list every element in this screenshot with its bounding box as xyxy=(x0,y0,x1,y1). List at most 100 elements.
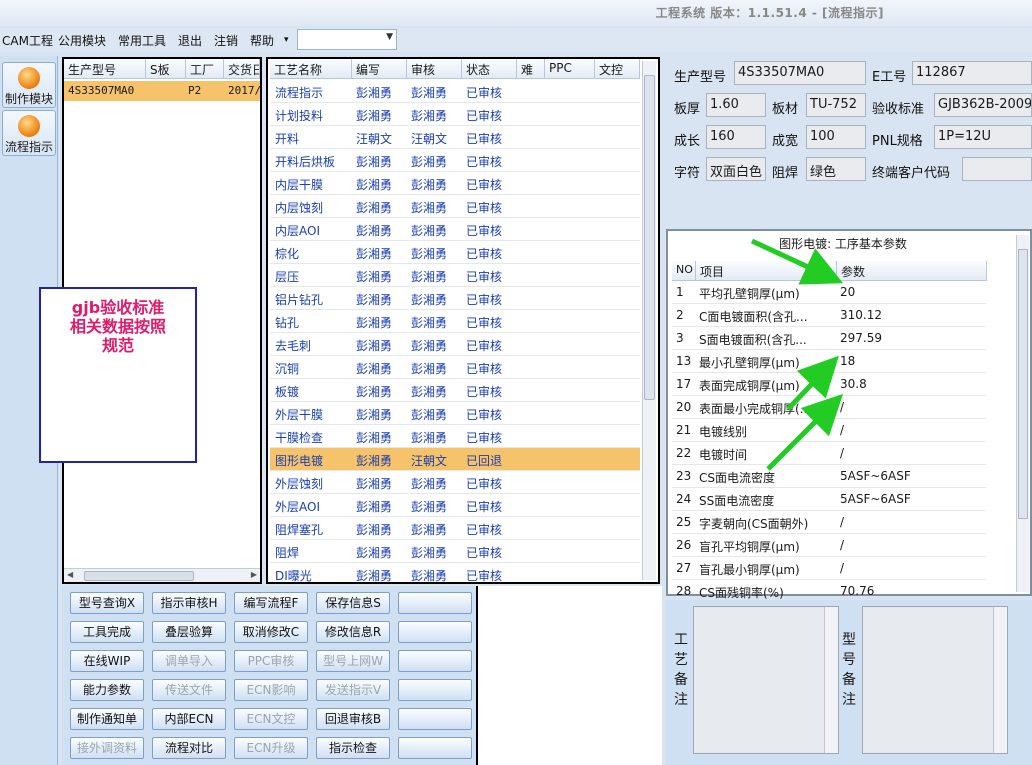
table-row[interactable]: 流程指示 彭湘勇 彭湘勇 已审核 xyxy=(270,80,640,103)
table-row[interactable]: 铝片钻孔 彭湘勇 彭湘勇 已审核 xyxy=(270,287,640,310)
field-thickness[interactable]: 1.60 xyxy=(706,93,766,117)
table-row[interactable]: 外层AOI 彭湘勇 彭湘勇 已审核 xyxy=(270,494,640,517)
table-row[interactable]: DI曝光 彭湘勇 彭湘勇 已审核 xyxy=(270,563,640,586)
module-button-make[interactable]: 制作模块 xyxy=(2,62,56,108)
field-width[interactable]: 100 xyxy=(806,125,866,149)
scroll-left-icon[interactable]: ◀ xyxy=(67,570,73,579)
vertical-scrollbar[interactable] xyxy=(1016,235,1029,592)
col-status[interactable]: 状态 xyxy=(462,59,517,79)
scroll-thumb[interactable] xyxy=(1018,249,1028,519)
vertical-scrollbar[interactable] xyxy=(993,607,1007,753)
table-row[interactable]: 外层干膜 彭湘勇 彭湘勇 已审核 xyxy=(270,402,640,425)
action-button[interactable]: ECN升级 xyxy=(234,737,308,759)
table-row[interactable]: 内层蚀刻 彭湘勇 彭湘勇 已审核 xyxy=(270,195,640,218)
menu-help[interactable]: 帮助 xyxy=(250,32,274,49)
field-length[interactable]: 160 xyxy=(706,125,766,149)
table-row[interactable]: 棕化 彭湘勇 彭湘勇 已审核 xyxy=(270,241,640,264)
scroll-thumb[interactable] xyxy=(84,571,194,581)
field-model[interactable]: 4S33507MA0 xyxy=(734,61,866,85)
action-button[interactable]: 调单导入 xyxy=(152,650,226,672)
table-row[interactable]: 内层干膜 彭湘勇 彭湘勇 已审核 xyxy=(270,172,640,195)
vertical-scrollbar[interactable] xyxy=(824,607,838,753)
field-solder-mask[interactable]: 绿色 xyxy=(806,157,866,181)
action-button[interactable]: 流程对比 xyxy=(152,737,226,759)
table-row[interactable]: 板镀 彭湘勇 彭湘勇 已审核 xyxy=(270,379,640,402)
action-button[interactable]: 取消修改C xyxy=(234,621,308,643)
field-standard[interactable]: GJB362B-2009 xyxy=(934,93,1032,117)
table-row[interactable]: 开料后烘板 彭湘勇 彭湘勇 已审核 xyxy=(270,149,640,172)
action-button[interactable]: 工具完成 xyxy=(70,621,144,643)
blank-button[interactable] xyxy=(398,650,472,672)
action-button[interactable]: PPC审核 xyxy=(234,650,308,672)
menu-cam[interactable]: CAM工程 xyxy=(2,32,53,49)
action-button[interactable]: 发送指示V xyxy=(316,679,390,701)
blank-button[interactable] xyxy=(398,621,472,643)
table-row[interactable]: 27 盲孔最小铜厚(μm) / xyxy=(672,557,986,580)
table-row[interactable]: 26 盲孔平均铜厚(μm) / xyxy=(672,534,986,557)
action-button[interactable]: 指示检查 xyxy=(316,737,390,759)
module-button-flow[interactable]: 流程指示 xyxy=(2,110,56,156)
table-row[interactable]: 层压 彭湘勇 彭湘勇 已审核 xyxy=(270,264,640,287)
col-writer[interactable]: 编写 xyxy=(352,59,407,79)
table-row[interactable]: 24 SS面电流密度 5ASF~6ASF xyxy=(672,488,986,511)
table-row[interactable]: 内层AOI 彭湘勇 彭湘勇 已审核 xyxy=(270,218,640,241)
col-ppc[interactable]: PPC xyxy=(545,59,595,79)
table-row[interactable]: 开料 汪朝文 汪朝文 已审核 xyxy=(270,126,640,149)
table-row[interactable]: 阻焊塞孔 彭湘勇 彭湘勇 已审核 xyxy=(270,517,640,540)
col-reviewer[interactable]: 审核 xyxy=(407,59,462,79)
blank-button[interactable] xyxy=(398,737,472,759)
scroll-right-icon[interactable]: ▶ xyxy=(251,570,257,579)
action-button[interactable]: 保存信息S xyxy=(316,592,390,614)
col-process-name[interactable]: 工艺名称 xyxy=(270,59,352,79)
menu-overflow-chevron-icon[interactable]: ▾ xyxy=(284,35,289,45)
col-s-board[interactable]: S板 xyxy=(146,59,186,79)
blank-button[interactable] xyxy=(398,708,472,730)
action-button[interactable]: 内部ECN xyxy=(152,708,226,730)
action-button[interactable]: 制作通知单 xyxy=(70,708,144,730)
menu-logout[interactable]: 注销 xyxy=(214,32,238,49)
col-factory[interactable]: 工厂 xyxy=(186,59,224,79)
action-button[interactable]: 型号查询X xyxy=(70,592,144,614)
field-customer-code[interactable] xyxy=(962,157,1032,181)
action-button[interactable]: 修改信息R xyxy=(316,621,390,643)
table-row[interactable]: 钻孔 彭湘勇 彭湘勇 已审核 xyxy=(270,310,640,333)
table-row[interactable]: 图形电镀 彭湘勇 汪朝文 已回退 xyxy=(270,448,640,471)
table-row[interactable]: 干膜检查 彭湘勇 彭湘勇 已审核 xyxy=(270,425,640,448)
col-model[interactable]: 生产型号 xyxy=(64,59,146,79)
menu-combo-box[interactable]: ▼ xyxy=(297,29,397,50)
action-button[interactable]: 回退审核B xyxy=(316,708,390,730)
table-row[interactable]: 外层蚀刻 彭湘勇 彭湘勇 已审核 xyxy=(270,471,640,494)
field-pnl[interactable]: 1P=12U xyxy=(934,125,1032,149)
vertical-scrollbar[interactable] xyxy=(642,61,656,580)
menu-exit[interactable]: 退出 xyxy=(178,32,202,49)
table-row[interactable]: 25 字麦朝向(CS面朝外) / xyxy=(672,511,986,534)
action-button[interactable]: 指示审核H xyxy=(152,592,226,614)
horizontal-scrollbar[interactable]: ◀ ▶ xyxy=(64,568,260,582)
blank-button[interactable] xyxy=(398,679,472,701)
scroll-thumb[interactable] xyxy=(644,75,655,400)
menu-common-module[interactable]: 公用模块 xyxy=(58,32,106,49)
action-button[interactable]: 在线WIP xyxy=(70,650,144,672)
action-button[interactable]: 叠层验算 xyxy=(152,621,226,643)
blank-button[interactable] xyxy=(398,592,472,614)
action-button[interactable]: ECN影响 xyxy=(234,679,308,701)
table-row[interactable]: 沉铜 彭湘勇 彭湘勇 已审核 xyxy=(270,356,640,379)
field-eno[interactable]: 112867 xyxy=(912,61,1032,85)
table-row[interactable]: 计划投料 彭湘勇 彭湘勇 已审核 xyxy=(270,103,640,126)
col-delivery[interactable]: 交货日 xyxy=(224,59,260,79)
action-button[interactable]: 能力参数 xyxy=(70,679,144,701)
process-remark-box[interactable] xyxy=(693,606,839,754)
table-row[interactable]: 阻焊 彭湘勇 彭湘勇 已审核 xyxy=(270,540,640,563)
model-remark-box[interactable] xyxy=(862,606,1008,754)
field-silkscreen[interactable]: 双面白色 xyxy=(706,157,766,181)
field-material[interactable]: TU-752 xyxy=(806,93,866,117)
chevron-down-icon[interactable]: ▼ xyxy=(386,32,393,42)
menu-tools[interactable]: 常用工具 xyxy=(118,32,166,49)
table-row[interactable]: 4S33507MA0 P2 2017/ xyxy=(64,81,261,101)
action-button[interactable]: 编写流程F xyxy=(234,592,308,614)
action-button[interactable]: 型号上网W xyxy=(316,650,390,672)
col-doc-control[interactable]: 文控 xyxy=(595,59,640,79)
action-button[interactable]: 传送文件 xyxy=(152,679,226,701)
table-row[interactable]: 去毛刺 彭湘勇 彭湘勇 已审核 xyxy=(270,333,640,356)
action-button[interactable]: ECN文控 xyxy=(234,708,308,730)
